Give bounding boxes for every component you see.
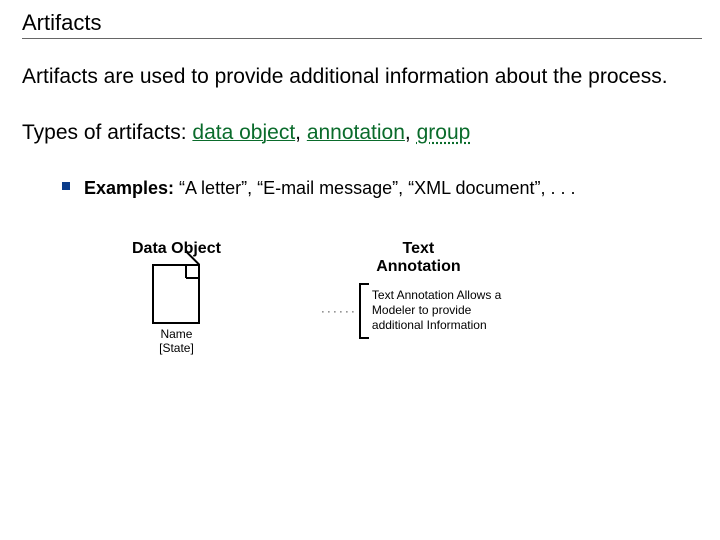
data-object-title: Data Object [132, 240, 221, 258]
data-object-caption-state: [State] [159, 341, 194, 355]
examples-values: “A letter”, “E-mail message”, “XML docum… [174, 178, 575, 198]
slide: Artifacts Artifacts are used to provide … [0, 0, 720, 540]
square-bullet-icon [62, 182, 70, 190]
types-item-group: group [417, 121, 471, 144]
text-annotation-body: Text Annotation Allows a Modeler to prov… [369, 285, 516, 336]
data-object-caption: Name [State] [159, 328, 194, 356]
examples-text: Examples: “A letter”, “E-mail message”, … [84, 176, 576, 200]
examples-bullet: Examples: “A letter”, “E-mail message”, … [62, 176, 704, 200]
text-annotation-body-wrap: ······ Text Annotation Allows a Modeler … [321, 283, 516, 339]
types-item-annotation: annotation [307, 121, 405, 144]
types-prefix: Types of artifacts: [22, 121, 192, 144]
types-sep-1: , [295, 121, 307, 144]
types-item-data-object: data object [192, 121, 295, 144]
text-annotation-title: Text Annotation [376, 240, 460, 277]
types-line: Types of artifacts: data object, annotat… [22, 119, 702, 147]
diagram-area: Data Object Name [State] Text Annotation… [132, 240, 704, 356]
document-icon [152, 264, 200, 324]
intro-paragraph: Artifacts are used to provide additional… [22, 63, 704, 91]
page-title: Artifacts [22, 10, 702, 39]
text-annotation-title-line1: Text [403, 240, 435, 257]
data-object-caption-name: Name [160, 327, 192, 341]
text-annotation-block: Text Annotation ······ Text Annotation A… [321, 240, 516, 339]
text-annotation-title-line2: Annotation [376, 258, 460, 275]
data-object-block: Data Object Name [State] [132, 240, 221, 356]
bracket-icon [359, 283, 369, 339]
examples-label: Examples: [84, 178, 174, 198]
connector-dots-icon: ······ [321, 304, 357, 318]
types-sep-2: , [405, 121, 417, 144]
